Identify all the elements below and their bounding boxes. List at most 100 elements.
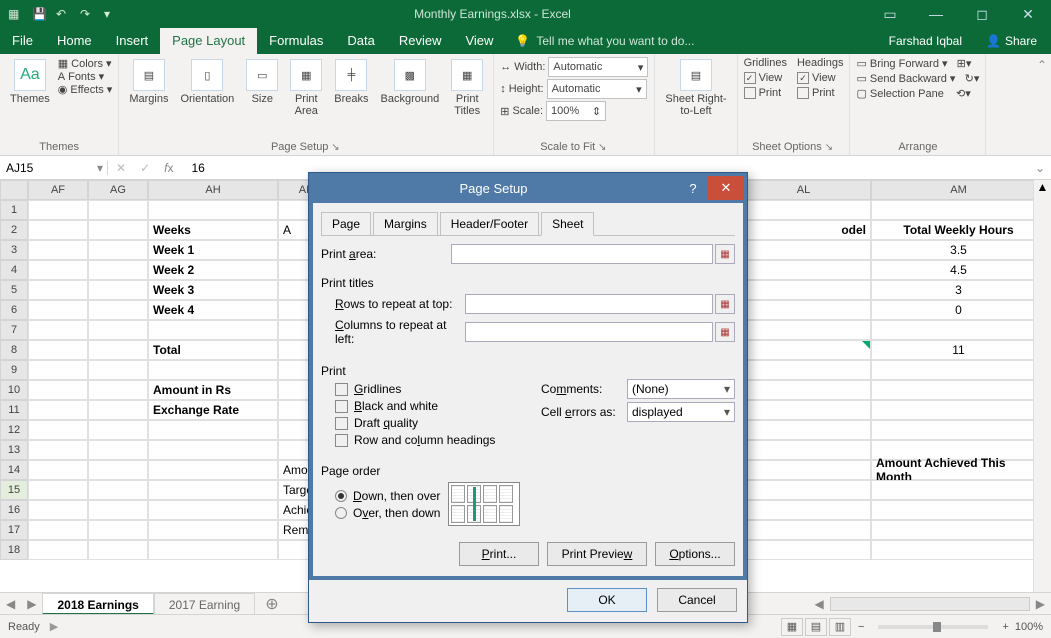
gridlines-print-check[interactable]: Print	[744, 87, 787, 99]
dialog-tab-page[interactable]: Page	[321, 212, 371, 236]
row-header[interactable]: 1	[0, 200, 28, 220]
row-header[interactable]: 7	[0, 320, 28, 340]
dialog-print-preview-button[interactable]: Print Preview	[547, 542, 647, 566]
cell[interactable]	[736, 480, 871, 500]
sheet-rtl-button[interactable]: ▤Sheet Right- to-Left	[661, 57, 730, 119]
background-button[interactable]: ▩Background	[377, 57, 444, 107]
row-header[interactable]: 6	[0, 300, 28, 320]
draft-quality-check[interactable]: Draft quality	[335, 416, 521, 430]
cell[interactable]: Total Weekly Hours	[871, 220, 1046, 240]
sheet-tab-inactive[interactable]: 2017 Earning	[154, 593, 255, 615]
cell[interactable]: odel	[736, 220, 871, 240]
dialog-close-button[interactable]: ✕	[708, 176, 744, 200]
cell[interactable]	[88, 420, 148, 440]
cell[interactable]	[148, 480, 278, 500]
cell[interactable]	[736, 540, 871, 560]
new-sheet-button[interactable]: ⊕	[255, 594, 288, 614]
cell[interactable]	[88, 200, 148, 220]
cell[interactable]	[736, 240, 871, 260]
cell[interactable]	[871, 420, 1046, 440]
height-control[interactable]: ↕ Height: Automatic▾	[500, 79, 646, 99]
comments-combo[interactable]: Comments: (None)▾	[541, 379, 735, 399]
cell[interactable]: 3	[871, 280, 1046, 300]
row-header[interactable]: 16	[0, 500, 28, 520]
over-then-down-radio[interactable]: Over, then down	[335, 506, 440, 520]
dialog-ok-button[interactable]: OK	[567, 588, 647, 612]
zoom-slider[interactable]	[878, 625, 988, 629]
user-name[interactable]: Farshad Iqbal	[879, 34, 972, 48]
themes-button[interactable]: AaThemes	[6, 57, 54, 107]
headings-print-check[interactable]: Print	[797, 87, 843, 99]
collapse-ribbon-icon[interactable]: ⌃	[1033, 54, 1051, 155]
cell[interactable]: Week 3	[148, 280, 278, 300]
dialog-cancel-button[interactable]: Cancel	[657, 588, 737, 612]
sheet-nav-next[interactable]: ▶	[21, 597, 42, 611]
cell[interactable]	[88, 540, 148, 560]
print-area-input[interactable]	[451, 244, 713, 264]
tab-page-layout[interactable]: Page Layout	[160, 28, 257, 54]
zoom-in-button[interactable]: +	[1002, 621, 1008, 633]
cell[interactable]: Week 1	[148, 240, 278, 260]
select-all-corner[interactable]	[0, 180, 28, 200]
cell[interactable]	[28, 240, 88, 260]
cell[interactable]	[871, 200, 1046, 220]
cell[interactable]	[871, 500, 1046, 520]
row-header[interactable]: 9	[0, 360, 28, 380]
row-header[interactable]: 10	[0, 380, 28, 400]
cell[interactable]	[871, 320, 1046, 340]
cell[interactable]	[28, 300, 88, 320]
cell[interactable]	[28, 480, 88, 500]
minimize-button[interactable]: —	[913, 0, 959, 28]
cell[interactable]: Amount Achieved This Month	[871, 460, 1046, 480]
cell[interactable]	[88, 520, 148, 540]
tell-me-search[interactable]: 💡 Tell me what you want to do...	[505, 34, 694, 48]
hscroll-right[interactable]: ▶	[1030, 597, 1051, 611]
horizontal-scrollbar[interactable]	[830, 597, 1030, 611]
row-col-headings-check[interactable]: Row and column headings	[335, 433, 521, 447]
effects-button[interactable]: ◉ Effects ▾	[58, 83, 113, 96]
column-header[interactable]: AF	[28, 180, 88, 200]
dialog-help-button[interactable]: ?	[678, 181, 708, 196]
gridlines-view-check[interactable]: ✓ View	[744, 72, 787, 84]
width-control[interactable]: ↔ Width: Automatic▾	[500, 57, 648, 77]
cell[interactable]	[736, 200, 871, 220]
cell[interactable]	[736, 460, 871, 480]
cell[interactable]: 4.5	[871, 260, 1046, 280]
cell[interactable]	[88, 320, 148, 340]
formula-value[interactable]: 16	[181, 161, 204, 175]
dialog-tab-header-footer[interactable]: Header/Footer	[440, 212, 539, 236]
cell[interactable]	[28, 460, 88, 480]
cell[interactable]	[871, 480, 1046, 500]
fonts-button[interactable]: A Fonts ▾	[58, 70, 113, 83]
tab-home[interactable]: Home	[45, 28, 104, 54]
cell[interactable]	[88, 500, 148, 520]
cell-errors-combo[interactable]: Cell errors as: displayed▾	[541, 402, 735, 422]
dialog-tab-sheet[interactable]: Sheet	[541, 212, 594, 236]
cell[interactable]	[88, 340, 148, 360]
tab-view[interactable]: View	[453, 28, 505, 54]
cell[interactable]	[28, 440, 88, 460]
maximize-button[interactable]: ◻	[959, 0, 1005, 28]
sheet-nav-prev[interactable]: ◀	[0, 597, 21, 611]
cell[interactable]: Total	[148, 340, 278, 360]
cell[interactable]	[88, 400, 148, 420]
cell[interactable]: Exchange Rate	[148, 400, 278, 420]
gridlines-check[interactable]: Gridlines	[335, 382, 521, 396]
save-icon[interactable]: 💾	[32, 7, 46, 21]
cell[interactable]	[736, 400, 871, 420]
undo-icon[interactable]: ↶	[56, 7, 70, 21]
cell[interactable]	[28, 520, 88, 540]
cell[interactable]	[28, 280, 88, 300]
cols-repeat-input[interactable]	[465, 322, 713, 342]
expand-formula-bar-icon[interactable]: ⌄	[1029, 161, 1051, 175]
share-button[interactable]: 👤 Share	[972, 34, 1051, 48]
cell[interactable]	[736, 440, 871, 460]
column-header[interactable]: AG	[88, 180, 148, 200]
page-setup-launcher[interactable]: ↘	[328, 142, 339, 153]
headings-view-check[interactable]: ✓ View	[797, 72, 843, 84]
tab-file[interactable]: File	[0, 28, 45, 54]
row-header[interactable]: 11	[0, 400, 28, 420]
cell[interactable]	[148, 420, 278, 440]
normal-view-button[interactable]: ▦	[781, 618, 803, 636]
column-header[interactable]: AH	[148, 180, 278, 200]
